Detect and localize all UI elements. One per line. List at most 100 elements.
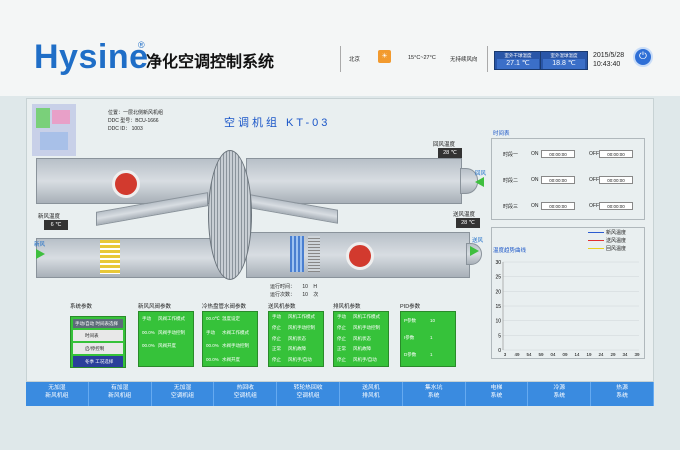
on-time-input[interactable]: 00:00:00 xyxy=(541,202,575,210)
sun-icon: ☀ xyxy=(378,50,391,63)
heat-recovery-wheel[interactable] xyxy=(208,150,252,280)
supply-air-temp-value: 28 ℃ xyxy=(456,218,480,228)
param-row[interactable]: 00.0% 水阀开度 xyxy=(203,353,257,367)
pid-row[interactable]: D参数 1 xyxy=(401,346,455,363)
nav-line1: 热源 xyxy=(616,385,628,391)
exhaust-fan[interactable] xyxy=(112,170,140,198)
header-divider xyxy=(487,46,488,72)
nav-button[interactable]: 集水坑 系统 xyxy=(403,382,466,406)
param-value: 停止 xyxy=(337,324,346,330)
power-icon[interactable]: ⏻ xyxy=(633,47,653,67)
trend-chart: 30 25 20 15 10 5 03 49 54 59 04 09 14 19 24 29 34 39 xyxy=(495,260,640,357)
param-value: 停止 xyxy=(272,324,281,330)
nav-button[interactable]: 热源 系统 xyxy=(591,382,654,406)
off-label: OFF xyxy=(589,151,599,157)
floor-zone xyxy=(40,132,68,150)
param-value: 停止 xyxy=(272,357,281,363)
x-tick-label: 39 xyxy=(634,352,640,357)
param-row[interactable]: 停止 风机手/自动 xyxy=(269,355,323,366)
nav-button[interactable]: 转轮热回收 空调机组 xyxy=(277,382,340,406)
mode-row[interactable]: 手动/自动 时间表选择 xyxy=(73,319,123,328)
nav-line1: 无加湿 xyxy=(173,385,192,391)
y-tick-label: 15 xyxy=(495,304,501,310)
nav-button[interactable]: 送风机 排风机 xyxy=(340,382,403,406)
fresh-damper-header: 新风风阀参数 xyxy=(138,304,172,310)
param-row[interactable]: 手动 风机工作模式 xyxy=(334,312,388,323)
nav-line2: 系统 xyxy=(490,392,503,399)
runtime-value: 10 xyxy=(302,284,308,290)
param-row[interactable]: 00.0℃ 温度设定 xyxy=(203,312,257,326)
runtime-unit: H xyxy=(313,284,317,290)
nav-button[interactable]: 冷源 系统 xyxy=(528,382,592,406)
off-time-input[interactable]: 00:00:00 xyxy=(599,202,633,210)
param-row[interactable]: 手动 风阀工作模式 xyxy=(139,312,193,326)
legend-item: 回风温度 xyxy=(588,245,626,253)
param-row[interactable]: 00.0% 风阀手动控制 xyxy=(139,326,193,340)
schedule-row: 时段二 ON 00:00:00 OFF 00:00:00 xyxy=(503,176,643,187)
pid-label: I参数 xyxy=(404,335,415,340)
pid-row[interactable]: P参数 10 xyxy=(401,312,455,329)
return-air-label: 回风 xyxy=(475,171,487,177)
x-tick-label: 24 xyxy=(598,352,604,357)
pid-row[interactable]: I参数 1 xyxy=(401,329,455,346)
param-row[interactable]: 手动 风机工作模式 xyxy=(269,312,323,323)
param-row[interactable]: 停止 风机手/自动 xyxy=(334,355,388,366)
fresh-damper-panel: 手动 风阀工作模式 00.0% 风阀手动控制 00.0% 风阀开度 xyxy=(138,311,194,367)
floor-plan-thumbnail[interactable] xyxy=(32,104,76,156)
runtime-row: 运行时间： 10 H xyxy=(270,283,317,290)
period-name: 时段一 xyxy=(503,152,519,158)
return-air-temp-value: 28 ℃ xyxy=(438,148,462,158)
legend-label: 新风温度 xyxy=(606,230,627,236)
schedule-title: 时间表 xyxy=(493,131,510,137)
nav-button[interactable]: 无加湿 空调机组 xyxy=(152,382,215,406)
nav-button[interactable]: 无加湿 新风机组 xyxy=(26,382,89,406)
nav-line2: 系统 xyxy=(553,392,566,399)
trend-legend: 新风温度送风温度 回风温度 xyxy=(588,229,626,253)
off-time-input[interactable]: 00:00:00 xyxy=(599,150,633,158)
off-time-input[interactable]: 00:00:00 xyxy=(599,176,633,184)
param-row[interactable]: 正常 风机故障 xyxy=(334,344,388,355)
pid-value: 10 xyxy=(430,318,436,323)
schedule-button[interactable]: 时间表 xyxy=(73,330,123,341)
nav-line2: 系统 xyxy=(616,392,628,399)
nav-button[interactable]: 热回收 空调机组 xyxy=(214,382,278,406)
x-tick-label: 29 xyxy=(610,352,616,357)
pid-value: 1 xyxy=(430,335,433,340)
param-row[interactable]: 手动 水阀工作模式 xyxy=(203,326,257,340)
nav-button[interactable]: 电梯 系统 xyxy=(466,382,529,406)
on-time-input[interactable]: 00:00:00 xyxy=(541,176,575,184)
supply-fan[interactable] xyxy=(346,242,374,270)
brand-logo: Hysine xyxy=(34,38,149,76)
param-row[interactable]: 停止 风机手动控制 xyxy=(269,323,323,334)
param-row[interactable]: 停止 风机状态 xyxy=(334,334,388,345)
legend-item: 新风温度 xyxy=(588,229,626,237)
floor-zone xyxy=(36,108,50,128)
param-row[interactable]: 停止 风机手动控制 xyxy=(334,323,388,334)
y-tick-label: 0 xyxy=(498,348,501,354)
param-label: 风阀手动控制 xyxy=(158,329,185,335)
runtime-label: 运行时间： xyxy=(270,284,296,290)
humidifier-icon xyxy=(308,236,320,272)
start-stop-button[interactable]: 启/停控制 xyxy=(73,343,123,354)
outdoor-wet-value: 18.8 ℃ xyxy=(543,59,585,69)
y-tick-label: 25 xyxy=(495,275,501,281)
exhaust-fan-header: 排风机参数 xyxy=(333,304,361,310)
on-time-input[interactable]: 00:00:00 xyxy=(541,150,575,158)
nav-line2: 排风机 xyxy=(362,392,380,399)
registered-mark: ® xyxy=(138,40,145,50)
season-row[interactable]: 冬季 工况选择 xyxy=(73,356,123,367)
param-row[interactable]: 00.0% 水阀手动控制 xyxy=(203,339,257,353)
temp-range: 15°C~27°C xyxy=(408,55,436,61)
cooling-heating-coil[interactable] xyxy=(290,236,304,272)
param-row[interactable]: 00.0% 风阀开度 xyxy=(139,339,193,353)
param-value: 正常 xyxy=(272,346,281,352)
nav-button[interactable]: 有加湿 新风机组 xyxy=(89,382,152,406)
pid-panel: P参数 10 I参数 1 D参数 1 xyxy=(400,311,456,367)
legend-label: 送风温度 xyxy=(606,238,627,244)
runcount-unit: 次 xyxy=(313,292,319,298)
wind-label: 无持续风向 xyxy=(450,57,478,63)
param-row[interactable]: 正常 风机故障 xyxy=(269,344,323,355)
param-row[interactable]: 停止 风机状态 xyxy=(269,334,323,345)
fresh-air-temp-label: 新风温度 xyxy=(38,214,61,220)
param-label: 风机手/自动 xyxy=(288,357,312,363)
